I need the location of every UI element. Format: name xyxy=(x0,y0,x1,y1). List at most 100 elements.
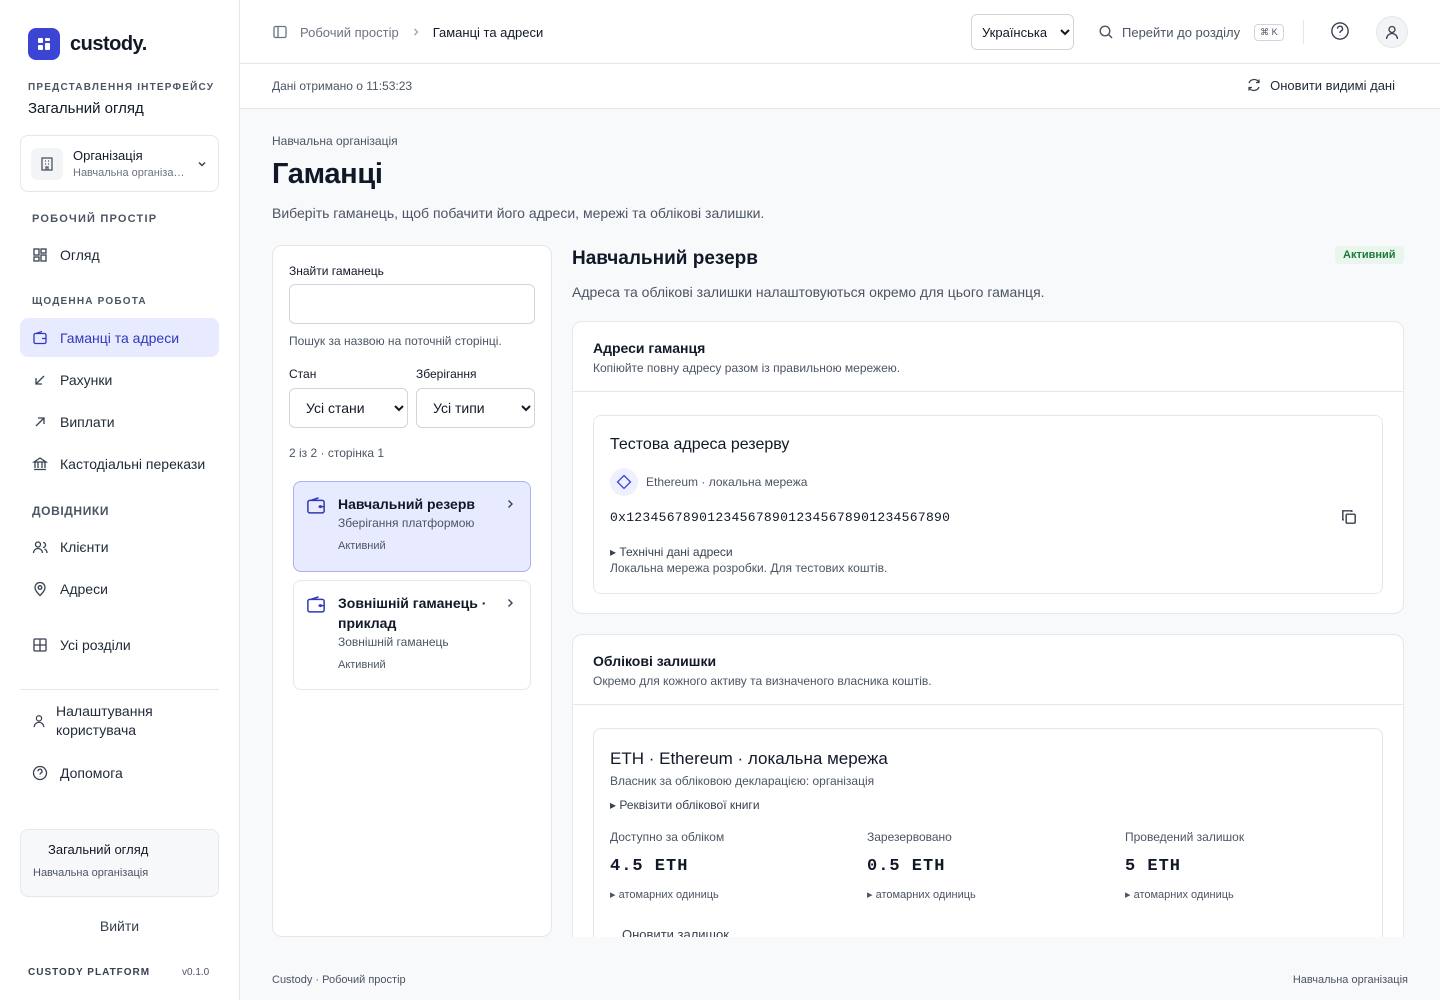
view-value: Загальний огляд xyxy=(28,100,144,117)
refresh-icon xyxy=(1248,78,1260,92)
page-title: Гаманці xyxy=(272,158,383,190)
user-card-subtitle: Навчальна організація xyxy=(33,867,149,879)
chevron-right-icon xyxy=(504,498,516,510)
wallet-name: Навчальний резерв xyxy=(338,496,475,512)
header-divider xyxy=(1303,20,1304,44)
wallet-card[interactable]: Зовнішній гаманець · приклад Зовнішній г… xyxy=(293,580,531,690)
map-pin-icon xyxy=(34,581,46,596)
addresses-header: Адреси гаманця Копіюйте повну адресу раз… xyxy=(573,322,1403,392)
wallet-status: Активний xyxy=(338,659,386,671)
nav-overview[interactable]: Огляд xyxy=(20,235,219,274)
table-grid-icon xyxy=(33,637,47,652)
users-icon xyxy=(32,540,48,553)
nav-wallets-label: Гаманці та адреси xyxy=(60,329,180,346)
nav-user-settings-label: Налаштування користувача xyxy=(56,703,153,738)
section-workspace: РОБОЧИЙ ПРОСТІР xyxy=(32,213,158,225)
help-button[interactable] xyxy=(1330,21,1350,41)
wallet-detail-description: Адреса та облікові залишки налаштовуютьс… xyxy=(572,284,1045,300)
page-description: Виберіть гаманець, щоб побачити його адр… xyxy=(272,205,765,221)
shortcut-badge: ⌘ K xyxy=(1254,23,1284,41)
nav-accounts[interactable]: Рахунки xyxy=(20,360,219,399)
nav-custody-label: Кастодіальні перекази xyxy=(60,455,206,472)
logout-button[interactable]: Вийти xyxy=(20,918,219,934)
wallet-addresses-panel: Адреси гаманця Копіюйте повну адресу раз… xyxy=(572,321,1404,614)
nav-overview-label: Огляд xyxy=(60,246,100,263)
user-icon xyxy=(33,715,45,728)
org-switcher[interactable]: Організація Навчальна організація xyxy=(20,135,219,192)
search-wallet-input[interactable] xyxy=(289,284,535,324)
nav-accounts-label: Рахунки xyxy=(60,371,113,388)
ethereum-icon xyxy=(610,468,638,496)
atomic-units-toggle[interactable]: ▸ атомарних одиниць xyxy=(867,888,976,901)
stat-reserved: Зарезервовано 0.5 ETH ▸ атомарних одиниц… xyxy=(867,830,976,901)
org-subtitle: Навчальна організація xyxy=(73,167,186,179)
bank-icon xyxy=(32,456,48,470)
balance-owner: Власник за обліковою декларацією: органі… xyxy=(610,774,875,788)
chevron-right-icon xyxy=(504,597,516,609)
breadcrumb: Робочий простір Гаманці та адреси xyxy=(272,0,543,64)
stat-available-label: Доступно за обліком xyxy=(610,830,725,844)
nav-help[interactable]: Допомога xyxy=(20,753,219,792)
section-search[interactable]: Перейти до розділу ⌘ K xyxy=(1098,16,1284,48)
nav-all-sections[interactable]: Усі розділи xyxy=(20,625,219,664)
org-title: Організація xyxy=(73,148,143,163)
search-hint: Пошук за назвою на поточній сторінці. xyxy=(289,334,502,348)
nav-addresses[interactable]: Адреси xyxy=(20,569,219,608)
address-title: Тестова адреса резерву xyxy=(610,436,790,453)
version-label: v0.1.0 xyxy=(182,967,210,978)
balance-asset-title: ETH · Ethereum · локальна мережа xyxy=(610,749,888,768)
section-search-label: Перейти до розділу xyxy=(1122,24,1241,40)
address-card: Тестова адреса резерву Ethereum · локаль… xyxy=(593,415,1383,594)
wallet-card-selected[interactable]: Навчальний резерв Зберігання платформою … xyxy=(293,481,531,572)
section-daily: ЩОДЕННА РОБОТА xyxy=(32,296,147,307)
refresh-balance-button[interactable]: Оновити залишок xyxy=(622,927,729,937)
platform-label: CUSTODY PLATFORM xyxy=(28,967,151,978)
org-eyebrow: Навчальна організація xyxy=(272,134,398,148)
state-select[interactable]: Усі стани xyxy=(289,388,408,428)
grid-icon xyxy=(33,247,47,262)
wallet-status: Активний xyxy=(338,540,386,552)
addresses-title: Адреси гаманця xyxy=(593,340,706,356)
sidebar-divider xyxy=(20,689,219,690)
top-header: Робочий простір Гаманці та адреси Україн… xyxy=(240,0,1440,64)
balances-panel: Облікові залишки Окремо для кожного акти… xyxy=(572,634,1404,937)
address-note: Локальна мережа розробки. Для тестових к… xyxy=(610,561,888,575)
nav-clients[interactable]: Клієнти xyxy=(20,527,219,566)
nav-clients-label: Клієнти xyxy=(60,538,109,555)
brand-logo[interactable]: custody. xyxy=(28,28,147,60)
sidebar-toggle-icon[interactable] xyxy=(272,24,288,40)
stat-posted-value: 5 ETH xyxy=(1125,857,1182,876)
stat-posted: Проведений залишок 5 ETH ▸ атомарних оди… xyxy=(1125,830,1244,901)
nav-custody-transfers[interactable]: Кастодіальні перекази xyxy=(20,444,219,483)
nav-all-label: Усі розділи xyxy=(60,636,131,653)
result-count: 2 із 2 · сторінка 1 xyxy=(289,446,385,460)
wallet-icon xyxy=(306,595,326,615)
atomic-units-label: атомарних одиниць xyxy=(875,889,976,901)
stat-available-value: 4.5 ETH xyxy=(610,857,689,876)
atomic-units-toggle[interactable]: ▸ атомарних одиниць xyxy=(1125,888,1244,901)
wallet-type: Зберігання платформою xyxy=(338,516,475,530)
user-card[interactable]: Загальний огляд Навчальна організація xyxy=(20,829,219,897)
technical-details-toggle[interactable]: ▸ Технічні дані адреси xyxy=(610,545,733,559)
atomic-units-toggle[interactable]: ▸ атомарних одиниць xyxy=(610,888,724,901)
balance-card: ETH · Ethereum · локальна мережа Власник… xyxy=(593,728,1383,937)
refresh-visible-button[interactable]: Оновити видимі дані xyxy=(1246,77,1395,93)
language-select[interactable]: Українська xyxy=(971,14,1074,50)
copy-address-button[interactable] xyxy=(1340,508,1358,526)
nav-addresses-label: Адреси xyxy=(60,580,108,597)
arrow-up-right-icon xyxy=(35,416,45,426)
storage-select[interactable]: Усі типи xyxy=(416,388,535,428)
brand-name: custody. xyxy=(70,32,147,55)
ledger-requisites-toggle[interactable]: ▸ Реквізити облікової книги xyxy=(610,798,760,812)
user-icon xyxy=(1385,25,1399,40)
nav-wallets[interactable]: Гаманці та адреси xyxy=(20,318,219,357)
wallet-list-panel: Знайти гаманець Пошук за назвою на поточ… xyxy=(272,245,552,937)
search-wallet-label: Знайти гаманець xyxy=(289,264,384,278)
logo-icon xyxy=(28,28,60,60)
nav-user-settings[interactable]: Налаштування користувача xyxy=(20,700,219,742)
ledger-requisites-label: Реквізити облікової книги xyxy=(619,798,760,812)
breadcrumb-workspace[interactable]: Робочий простір xyxy=(300,25,399,40)
user-avatar[interactable] xyxy=(1376,16,1408,48)
nav-payouts[interactable]: Виплати xyxy=(20,402,219,441)
sidebar: custody. ПРЕДСТАВЛЕННЯ ІНТЕРФЕЙСУ Загаль… xyxy=(0,0,240,1000)
